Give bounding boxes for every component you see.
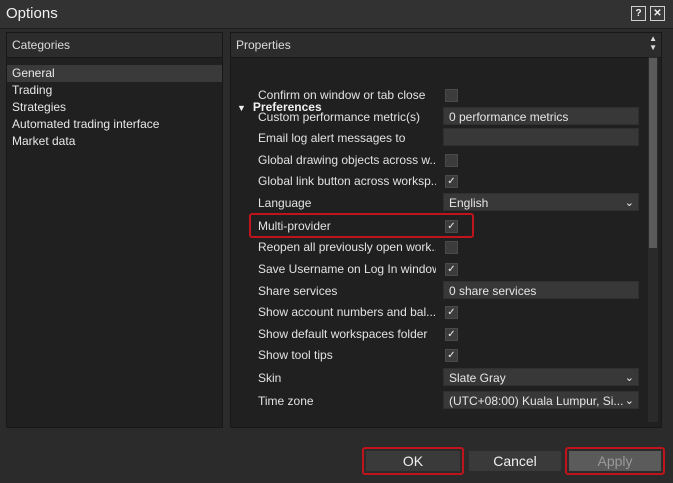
language-select[interactable]: English ⌄: [443, 193, 639, 211]
chevron-down-icon: ⌄: [624, 395, 634, 407]
row-label: Global link button across worksp...: [258, 174, 436, 188]
row-show-account-numbers: Show account numbers and bal... ✓: [250, 302, 650, 322]
categories-panel: Categories General Trading Strategies Au…: [6, 32, 223, 428]
show-account-numbers-checkbox[interactable]: ✓: [445, 306, 458, 319]
cancel-button[interactable]: Cancel: [469, 451, 561, 471]
row-label: Email log alert messages to: [258, 131, 406, 145]
row-global-link: Global link button across worksp... ✓: [250, 171, 650, 191]
categories-header: Categories: [7, 33, 222, 58]
row-language: Language English ⌄: [250, 193, 650, 213]
properties-header: Properties: [231, 33, 661, 58]
highlight-apply-button: [565, 447, 665, 475]
highlight-multi-provider: [249, 213, 474, 238]
category-general[interactable]: General: [7, 65, 222, 82]
row-label: Reopen all previously open work...: [258, 240, 436, 254]
title-bar: Options ? ✕: [0, 0, 673, 29]
row-label: Save Username on Log In window: [258, 262, 436, 276]
share-services-field[interactable]: 0 share services: [443, 281, 639, 299]
reopen-workspaces-checkbox[interactable]: [445, 241, 458, 254]
row-label: Confirm on window or tab close: [258, 88, 426, 102]
skin-value: Slate Gray: [449, 371, 506, 385]
row-share-services: Share services 0 share services: [250, 281, 650, 301]
row-email-log: Email log alert messages to: [250, 128, 650, 148]
row-label: Share services: [258, 284, 338, 298]
save-username-checkbox[interactable]: ✓: [445, 263, 458, 276]
help-icon[interactable]: ?: [631, 6, 646, 21]
language-value: English: [449, 196, 489, 210]
row-label: Show default workspaces folder: [258, 327, 428, 341]
category-automated-trading-interface[interactable]: Automated trading interface: [7, 116, 222, 133]
custom-performance-field[interactable]: 0 performance metrics: [443, 107, 639, 125]
row-skin: Skin Slate Gray ⌄: [250, 368, 650, 388]
row-label: Custom performance metric(s): [258, 110, 421, 124]
row-show-default-workspaces: Show default workspaces folder ✓: [250, 324, 650, 344]
row-save-username: Save Username on Log In window ✓: [250, 259, 650, 279]
confirm-close-checkbox[interactable]: [445, 89, 458, 102]
close-icon[interactable]: ✕: [650, 6, 665, 21]
row-label: Global drawing objects across w...: [258, 153, 436, 167]
row-custom-performance: Custom performance metric(s) 0 performan…: [250, 107, 650, 127]
row-label: Skin: [258, 371, 282, 385]
time-zone-value: (UTC+08:00) Kuala Lumpur, Si...: [449, 394, 624, 408]
scrollbar-thumb[interactable]: [649, 58, 657, 248]
row-time-zone: Time zone (UTC+08:00) Kuala Lumpur, Si..…: [250, 391, 650, 411]
row-global-drawing: Global drawing objects across w...: [250, 150, 650, 170]
sort-arrows-icon[interactable]: ▲ ▼: [649, 34, 657, 52]
chevron-down-icon: ⌄: [624, 197, 634, 209]
skin-select[interactable]: Slate Gray ⌄: [443, 368, 639, 386]
global-link-checkbox[interactable]: ✓: [445, 175, 458, 188]
global-drawing-checkbox[interactable]: [445, 154, 458, 167]
time-zone-select[interactable]: (UTC+08:00) Kuala Lumpur, Si... ⌄: [443, 391, 639, 409]
chevron-down-icon: ⌄: [624, 372, 634, 384]
row-label: Show tool tips: [258, 348, 333, 362]
row-confirm-close: Confirm on window or tab close: [250, 85, 650, 105]
category-market-data[interactable]: Market data: [7, 133, 222, 150]
row-label: Language: [258, 196, 312, 210]
show-default-workspaces-checkbox[interactable]: ✓: [445, 328, 458, 341]
properties-scrollbar[interactable]: [648, 56, 658, 422]
row-label: Show account numbers and bal...: [258, 305, 436, 319]
email-log-field[interactable]: [443, 128, 639, 146]
row-reopen-workspaces: Reopen all previously open work...: [250, 237, 650, 257]
category-strategies[interactable]: Strategies: [7, 99, 222, 116]
collapse-triangle-icon: ▼: [237, 103, 246, 113]
row-show-tool-tips: Show tool tips ✓: [250, 345, 650, 365]
show-tool-tips-checkbox[interactable]: ✓: [445, 349, 458, 362]
window-title: Options: [6, 5, 58, 22]
category-trading[interactable]: Trading: [7, 82, 222, 99]
highlight-ok-button: [362, 447, 464, 475]
row-label: Time zone: [258, 394, 314, 408]
